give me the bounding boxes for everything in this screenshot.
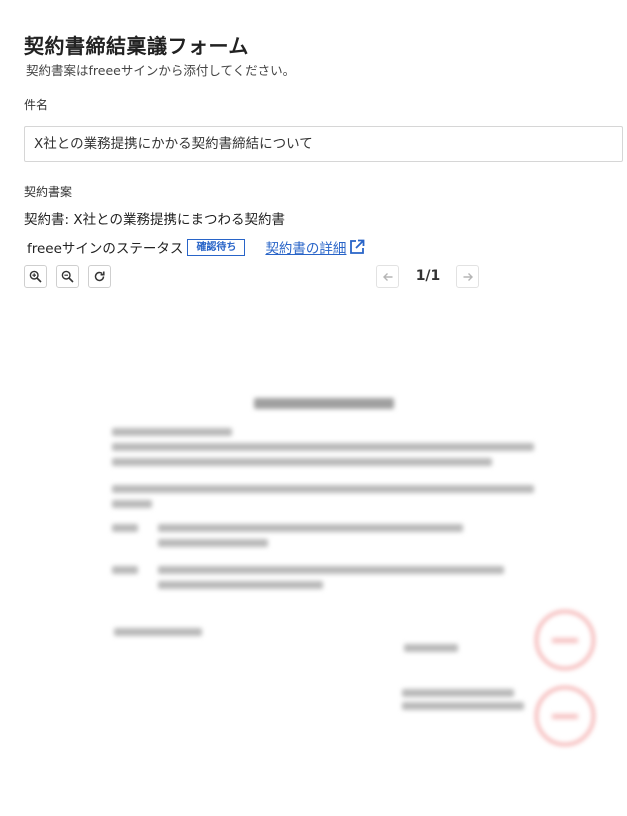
doc-text-line bbox=[158, 566, 504, 574]
seal-mark bbox=[552, 638, 578, 643]
rotate-icon bbox=[94, 271, 105, 282]
contract-detail-link-label: 契約書の詳細 bbox=[265, 241, 347, 257]
zoom-out-button[interactable] bbox=[56, 265, 79, 288]
subject-input[interactable]: X社との業務提携にかかる契約書締結について bbox=[24, 126, 623, 162]
doc-text-line bbox=[114, 628, 202, 636]
blurred-document-page bbox=[24, 300, 623, 800]
status-badge: 確認待ち bbox=[187, 238, 246, 256]
doc-text-line bbox=[112, 443, 534, 451]
arrow-right-icon bbox=[463, 272, 473, 281]
page-counter: 1/1 bbox=[415, 268, 441, 284]
zoom-in-button[interactable] bbox=[24, 265, 47, 288]
doc-text-line bbox=[112, 458, 492, 466]
zoom-out-icon bbox=[61, 270, 74, 283]
doc-text-line bbox=[112, 524, 138, 532]
status-label: freeeサインのステータス bbox=[27, 241, 184, 257]
next-page-button[interactable] bbox=[456, 265, 479, 288]
contract-detail-link[interactable]: 契約書の詳細 bbox=[265, 237, 365, 257]
doc-text-line bbox=[404, 644, 458, 652]
document-preview[interactable] bbox=[24, 300, 623, 800]
rotate-button[interactable] bbox=[88, 265, 111, 288]
prev-page-button[interactable] bbox=[376, 265, 399, 288]
subject-label: 件名 bbox=[24, 98, 49, 112]
contract-name: 契約書: X社との業務提携にまつわる契約書 bbox=[24, 212, 285, 228]
doc-text-line bbox=[112, 485, 534, 493]
status-row: freeeサインのステータス 確認待ち 契約書の詳細 bbox=[27, 237, 365, 257]
doc-text-line bbox=[158, 581, 323, 589]
contract-draft-label: 契約書案 bbox=[24, 185, 73, 199]
external-link-icon bbox=[350, 239, 365, 254]
seal-mark bbox=[552, 714, 578, 719]
doc-text-line bbox=[402, 702, 524, 710]
form-subtitle: 契約書案はfreeeサインから添付してください。 bbox=[26, 63, 296, 78]
doc-text-line bbox=[112, 428, 232, 436]
doc-text-line bbox=[112, 500, 152, 508]
doc-heading-placeholder bbox=[254, 398, 394, 409]
doc-text-line bbox=[402, 689, 514, 697]
doc-text-line bbox=[158, 524, 463, 532]
company-seal bbox=[535, 610, 595, 670]
form-title: 契約書締結稟議フォーム bbox=[24, 34, 249, 58]
zoom-in-icon bbox=[29, 270, 42, 283]
doc-text-line bbox=[158, 539, 268, 547]
doc-text-line bbox=[112, 566, 138, 574]
arrow-left-icon bbox=[382, 272, 392, 281]
representative-seal bbox=[535, 686, 595, 746]
